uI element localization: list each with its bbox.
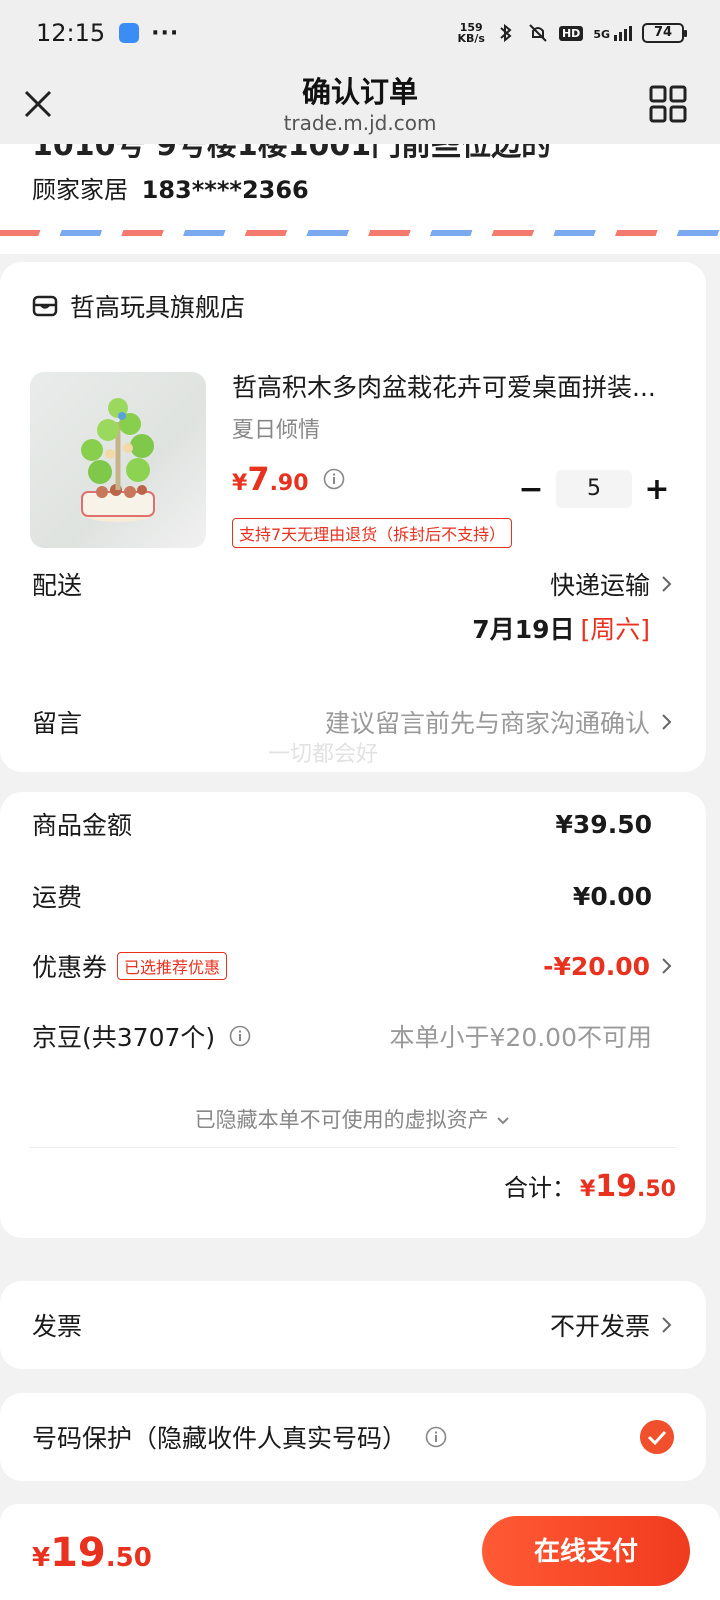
chevron-right-icon — [662, 958, 672, 974]
hd-icon: HD — [558, 25, 584, 41]
beans-info-icon[interactable] — [229, 1025, 251, 1047]
delivery-weekday: [周六] — [580, 615, 650, 644]
status-indicators: 159 KB/s HD 5G 74 — [457, 21, 687, 45]
product-variant: 夏日倾情 — [232, 418, 321, 443]
message-label: 留言 — [32, 709, 83, 738]
store-card: 哲高玩具旗舰店 哲高积木多肉盆栽花卉可爱桌面拼装... 夏日倾情 ¥ 7 .90… — [0, 262, 706, 772]
shipping-row: 运费 ¥0.00 — [32, 881, 652, 913]
envelope-stripe — [0, 230, 720, 236]
qty-minus-button[interactable]: − — [516, 472, 546, 507]
battery-icon: 74 — [642, 23, 687, 43]
nav-titles: 确认订单 trade.m.jd.com — [284, 74, 437, 136]
pay-online-button[interactable]: 在线支付 — [482, 1516, 690, 1586]
delivery-label: 配送 — [32, 571, 83, 600]
chevron-down-icon — [497, 1117, 510, 1125]
store-name: 哲高玩具旗舰店 — [70, 293, 246, 322]
chevron-right-icon — [662, 1317, 672, 1333]
store-header[interactable]: 哲高玩具旗舰店 — [32, 288, 245, 324]
invoice-label: 发票 — [32, 1312, 83, 1341]
return-policy-badge: 支持7天无理由退货（拆封后不支持） — [232, 518, 513, 548]
chevron-right-icon — [662, 576, 672, 592]
mute-icon — [529, 24, 547, 42]
page-url: trade.m.jd.com — [283, 111, 437, 135]
bluetooth-icon — [500, 23, 512, 43]
net-speed: 159 KB/s — [457, 21, 485, 45]
close-icon[interactable] — [20, 86, 56, 122]
privacy-info-icon[interactable] — [425, 1426, 447, 1448]
status-more-icon: ··· — [151, 20, 180, 46]
bottom-pay-bar: ¥ 19 .50 在线支付 — [0, 1504, 720, 1600]
invoice-value: 不开发票 — [549, 1312, 650, 1341]
address-section[interactable]: 1010号 9号楼1楼1001门前些位边的 顾家家居 183****2366 — [0, 144, 720, 254]
recipient-phone: 183****2366 — [141, 176, 309, 204]
total-price: ¥ 19 .50 — [32, 1530, 152, 1576]
qty-value[interactable]: 5 — [556, 470, 632, 508]
subtotal: 合计： ¥ 19 .50 — [503, 1169, 676, 1204]
address-contact: 顾家家居 183****2366 — [32, 170, 309, 205]
watermark-text: 一切都会好 — [268, 742, 379, 767]
address-detail: 1010号 9号楼1楼1001门前些位边的 — [32, 144, 552, 163]
status-bar: 12:15 ··· 159 KB/s HD 5G 74 — [0, 0, 720, 66]
coupon-tag: 已选推荐优惠 — [117, 952, 228, 980]
grid-menu-icon[interactable] — [648, 84, 688, 124]
qty-plus-button[interactable]: + — [642, 472, 672, 507]
hidden-assets-toggle[interactable]: 已隐藏本单不可使用的虚拟资产 — [0, 1104, 706, 1134]
page-title: 确认订单 — [301, 75, 418, 109]
divider — [30, 1147, 676, 1148]
number-protection-card: 号码保护（隐藏收件人真实号码） — [0, 1393, 706, 1481]
checkbox-checked-icon[interactable] — [640, 1420, 674, 1454]
message-input[interactable]: 建议留言前先与商家沟通确认 — [325, 704, 650, 740]
jd-beans-status: 本单小于¥20.00不可用 — [389, 1023, 652, 1052]
shipping-fee: ¥0.00 — [572, 881, 652, 911]
delivery-date: 7月19日 — [472, 615, 575, 644]
delivery-row[interactable]: 配送 快递运输 — [32, 566, 674, 602]
number-protection-label: 号码保护（隐藏收件人真实号码） — [32, 1424, 408, 1453]
app-notification-icon — [119, 23, 140, 43]
delivery-date-row: 7月19日 [周六] — [32, 610, 674, 646]
delivery-method: 快递运输 — [549, 571, 650, 600]
nav-bar: 确认订单 trade.m.jd.com — [0, 66, 720, 144]
product-title[interactable]: 哲高积木多肉盆栽花卉可爱桌面拼装... — [232, 368, 684, 404]
coupon-row[interactable]: 优惠券 已选推荐优惠 -¥20.00 — [32, 948, 674, 984]
quantity-stepper: − 5 + — [516, 470, 672, 508]
status-time: 12:15 — [36, 19, 106, 47]
price-info-icon[interactable] — [323, 468, 345, 490]
plant-illustration — [80, 398, 156, 522]
message-row[interactable]: 留言 建议留言前先与商家沟通确认 — [32, 704, 674, 740]
product-image[interactable] — [30, 372, 206, 548]
goods-amount-row: 商品金额 ¥39.50 — [32, 809, 652, 841]
invoice-card[interactable]: 发票 不开发票 — [0, 1281, 706, 1369]
goods-amount: ¥39.50 — [555, 809, 652, 839]
signal-icon: 5G — [593, 25, 632, 41]
jd-beans-row: 京豆(共3707个) 本单小于¥20.00不可用 — [32, 1018, 674, 1054]
store-icon — [32, 295, 58, 317]
chevron-right-icon — [662, 714, 672, 730]
recipient-name: 顾家家居 — [32, 176, 128, 204]
coupon-discount: -¥20.00 — [543, 951, 650, 981]
price-summary-card: 商品金额 ¥39.50 运费 ¥0.00 优惠券 已选推荐优惠 -¥20.00 … — [0, 792, 706, 1238]
product-price: ¥ 7 .90 — [232, 460, 345, 498]
